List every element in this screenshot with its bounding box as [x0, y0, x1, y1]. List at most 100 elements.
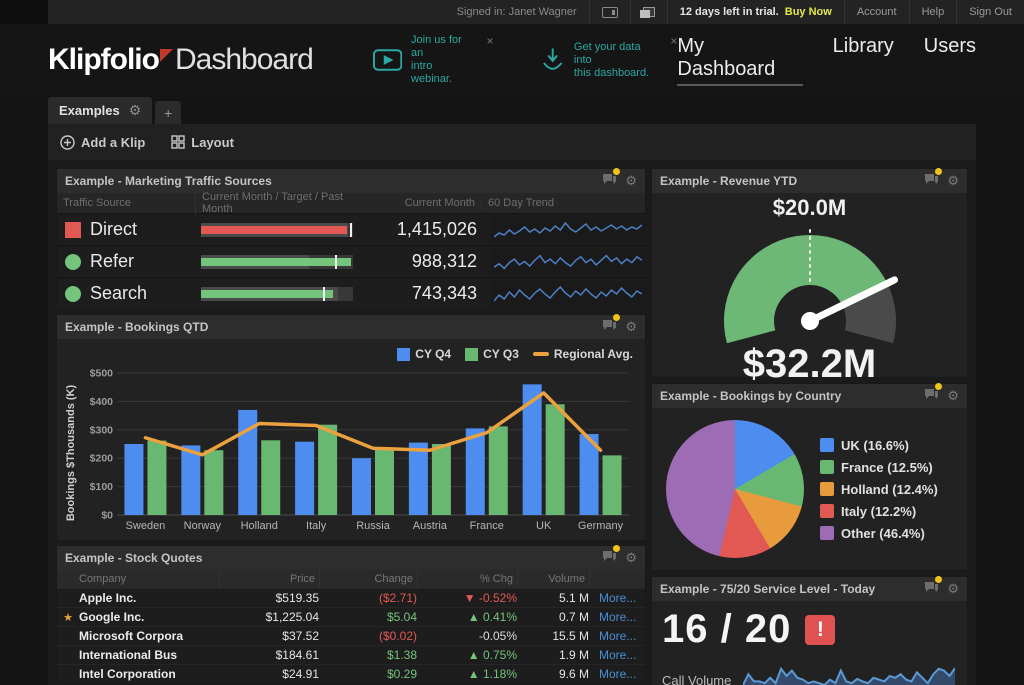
- webinar-promo-text[interactable]: Join us for an intro webinar.: [411, 34, 475, 86]
- tab-gear-icon[interactable]: ⚙: [129, 102, 142, 119]
- svg-text:Holland: Holland: [241, 520, 278, 532]
- comments-icon[interactable]: [602, 549, 617, 567]
- account-link[interactable]: Account: [844, 0, 909, 24]
- legend-label: Other (46.4%): [841, 526, 925, 541]
- comments-icon[interactable]: [924, 172, 939, 190]
- left-column: Example - Marketing Traffic Sources ⚙ Tr…: [56, 168, 646, 677]
- volume-value: 1.9 M: [517, 648, 589, 662]
- traffic-source-label: Direct: [90, 219, 137, 240]
- gear-icon[interactable]: ⚙: [625, 550, 637, 566]
- bullet-chart: [201, 255, 353, 269]
- legend-label: CY Q3: [483, 347, 519, 361]
- trial-days-label: 12 days left in trial.: [680, 6, 779, 18]
- dashboard-toolbar: Add a Klip Layout: [48, 124, 976, 160]
- windows-icon: [643, 7, 655, 17]
- panel-title: Example - Revenue YTD: [660, 174, 797, 188]
- close-icon[interactable]: ×: [487, 34, 494, 48]
- current-month-value: 743,343: [353, 283, 481, 304]
- gear-icon[interactable]: ⚙: [625, 319, 637, 335]
- more-link[interactable]: More...: [589, 667, 641, 681]
- sign-out-link[interactable]: Sign Out: [956, 0, 1024, 24]
- bullet-chart: [201, 223, 353, 237]
- trial-notice[interactable]: 12 days left in trial. Buy Now: [667, 0, 844, 24]
- trend-sparkline: [491, 249, 645, 275]
- panel-title: Example - Marketing Traffic Sources: [65, 174, 272, 188]
- panel-revenue-ytd: Example - Revenue YTD ⚙ $20.0M $32.2M: [651, 168, 968, 378]
- notification-dot: [613, 545, 620, 552]
- call-volume-sparkline: [743, 658, 955, 685]
- tab-examples-label: Examples: [59, 103, 120, 118]
- more-link[interactable]: More...: [589, 610, 641, 624]
- change-value: ($0.02): [319, 629, 417, 643]
- notification-dot: [935, 168, 942, 175]
- pct-change-value: ▲ 1.18%: [417, 667, 517, 681]
- volume-value: 15.5 M: [517, 629, 589, 643]
- fullscreen-button[interactable]: [589, 0, 630, 24]
- svg-text:France: France: [470, 520, 504, 532]
- trend-sparkline: [491, 217, 645, 243]
- legend-swatch: [397, 348, 410, 361]
- more-link[interactable]: More...: [589, 591, 641, 605]
- main-nav: My Dashboard Library Users: [677, 35, 976, 86]
- get-data-promo-text[interactable]: Get your data into this dashboard.: [574, 41, 659, 80]
- add-a-klip-button[interactable]: Add a Klip: [60, 135, 145, 150]
- gear-icon[interactable]: ⚙: [947, 581, 959, 597]
- nav-users[interactable]: Users: [924, 35, 976, 86]
- volume-value: 9.6 M: [517, 667, 589, 681]
- webinar-promo[interactable]: Join us for an intro webinar. ×: [373, 34, 494, 86]
- nav-library[interactable]: Library: [833, 35, 894, 86]
- comments-icon[interactable]: [602, 172, 617, 190]
- notification-dot: [613, 314, 620, 321]
- panel-header: Example - Marketing Traffic Sources ⚙: [57, 169, 645, 193]
- more-link[interactable]: More...: [589, 629, 641, 643]
- panel-header: Example - Bookings QTD ⚙: [57, 315, 645, 339]
- change-value: ($2.71): [319, 591, 417, 605]
- svg-text:$100: $100: [90, 481, 114, 493]
- logo-light-text: Dashboard: [175, 43, 313, 77]
- add-tab-button[interactable]: +: [155, 101, 181, 124]
- svg-text:Sweden: Sweden: [126, 520, 166, 532]
- y-axis-label: Bookings $Thousands (K): [63, 365, 79, 540]
- company-name: International Bus: [79, 648, 219, 662]
- grouped-bar-chart: $0$100$200$300$400$500SwedenNorwayHollan…: [79, 365, 635, 540]
- pct-change-value: ▲ 0.41%: [417, 610, 517, 624]
- logo-flag-icon: [160, 49, 173, 62]
- get-data-promo[interactable]: Get your data into this dashboard. ×: [540, 34, 678, 86]
- gear-icon[interactable]: ⚙: [947, 173, 959, 189]
- comments-icon[interactable]: [602, 318, 617, 336]
- tab-examples[interactable]: Examples ⚙: [48, 97, 152, 124]
- klipfolio-logo[interactable]: Klipfolio Dashboard: [48, 43, 313, 77]
- table-row: Search 743,343: [57, 277, 645, 309]
- layout-button[interactable]: Layout: [171, 135, 234, 150]
- panel-service-level: Example - 75/20 Service Level - Today ⚙ …: [651, 576, 968, 685]
- buy-now-link[interactable]: Buy Now: [785, 6, 832, 18]
- pct-change-value: -0.05%: [417, 629, 517, 643]
- table-row: ★Google Inc.$1,225.04$5.04▲ 0.41%0.7 MMo…: [57, 607, 645, 626]
- svg-text:$0: $0: [101, 510, 113, 522]
- search-swatch-icon: [65, 286, 81, 302]
- panel-title: Example - 75/20 Service Level - Today: [660, 582, 875, 596]
- svg-text:Germany: Germany: [578, 520, 624, 532]
- comments-icon[interactable]: [924, 580, 939, 598]
- company-name: Apple Inc.: [79, 591, 219, 605]
- gear-icon[interactable]: ⚙: [947, 388, 959, 404]
- more-link[interactable]: More...: [589, 648, 641, 662]
- gauge-target-value: $20.0M: [652, 195, 967, 221]
- traffic-source-label: Search: [90, 283, 147, 304]
- copy-windows-button[interactable]: [630, 0, 667, 24]
- stocks-table-body: Apple Inc.$519.35($2.71)▼ -0.52%5.1 MMor…: [57, 588, 645, 683]
- notification-dot: [613, 168, 620, 175]
- close-icon[interactable]: ×: [670, 34, 677, 48]
- table-row: Direct 1,415,026: [57, 213, 645, 245]
- table-row: Refer 988,312: [57, 245, 645, 277]
- nav-my-dashboard[interactable]: My Dashboard: [677, 35, 802, 86]
- help-link[interactable]: Help: [909, 0, 957, 24]
- logo-bold-text: Klipfolio: [48, 43, 159, 77]
- star-icon[interactable]: ★: [57, 611, 79, 624]
- svg-text:UK: UK: [536, 520, 552, 532]
- panel-header: Example - 75/20 Service Level - Today ⚙: [652, 577, 967, 601]
- gear-icon[interactable]: ⚙: [625, 173, 637, 189]
- svg-text:Austria: Austria: [413, 520, 448, 532]
- play-icon: [373, 49, 402, 71]
- comments-icon[interactable]: [924, 387, 939, 405]
